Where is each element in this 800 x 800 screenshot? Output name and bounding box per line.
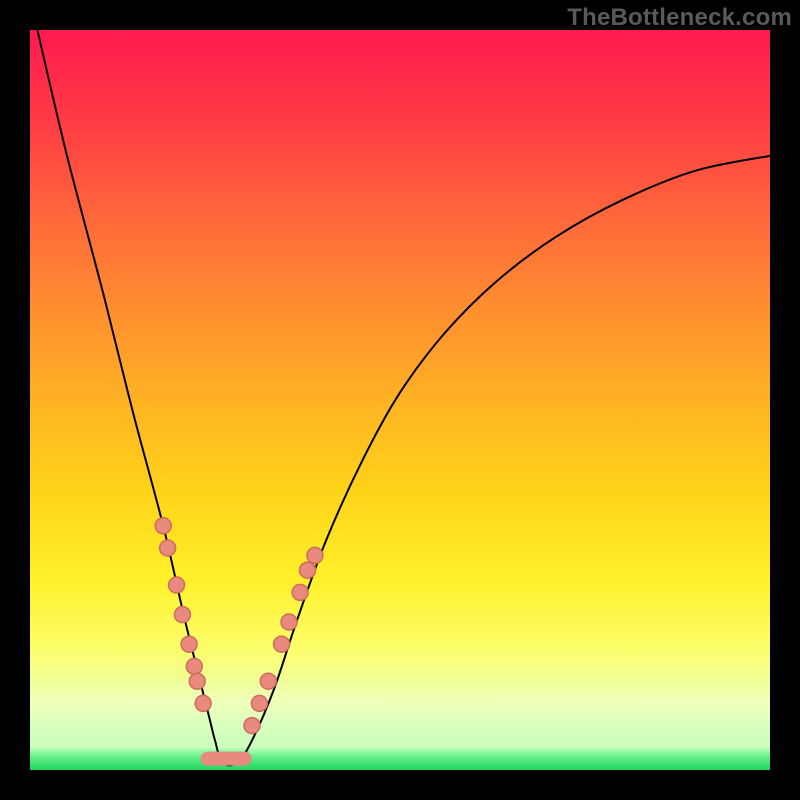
highlight-dot	[160, 540, 176, 556]
highlight-dots-right	[244, 547, 323, 733]
curve-layer	[30, 30, 770, 770]
highlight-dot	[174, 607, 190, 623]
highlight-dot	[155, 518, 171, 534]
chart-frame: TheBottleneck.com	[0, 0, 800, 800]
highlight-dot	[189, 673, 205, 689]
highlight-dot	[181, 636, 197, 652]
highlight-dot	[195, 695, 211, 711]
highlight-dot	[251, 695, 267, 711]
highlight-dots-left	[155, 518, 211, 712]
highlight-dot	[300, 562, 316, 578]
highlight-dot	[292, 584, 308, 600]
highlight-dot	[307, 547, 323, 563]
bottleneck-curve	[37, 30, 770, 765]
highlight-dot	[169, 577, 185, 593]
highlight-dot	[186, 658, 202, 674]
plot-area	[30, 30, 770, 770]
highlight-dot	[274, 636, 290, 652]
highlight-dot	[244, 718, 260, 734]
highlight-dot	[260, 673, 276, 689]
highlight-dot	[281, 614, 297, 630]
watermark-text: TheBottleneck.com	[567, 4, 792, 32]
